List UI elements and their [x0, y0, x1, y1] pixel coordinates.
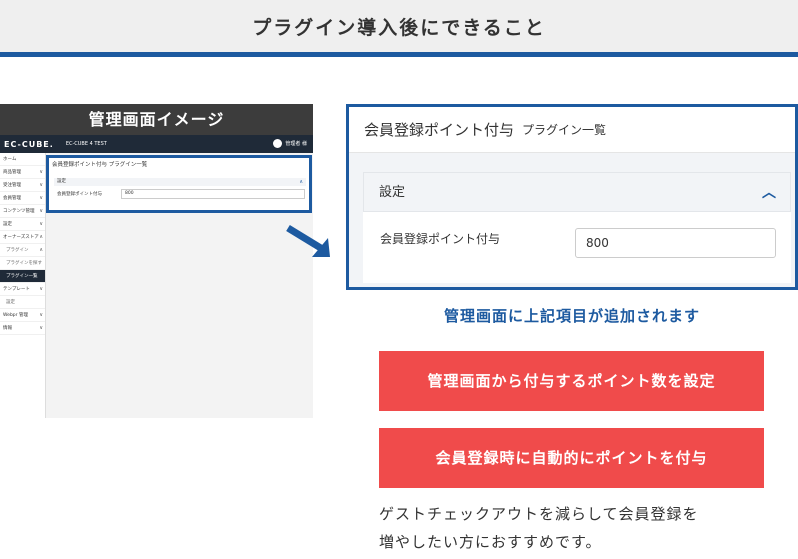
chevron-up-icon: ∧: [299, 179, 303, 185]
header-rule: [0, 52, 798, 57]
sidebar-item-products: 商品管理 ∨: [0, 166, 45, 179]
user-menu: 管理者 様: [273, 139, 307, 148]
mockup-highlight-panel: 会員登録ポイント付与 プラグイン一覧 設定 ∧ 会員登録ポイント付与 800: [46, 155, 312, 213]
sidebar-item-webpr: Webpr 管理 ∨: [0, 309, 45, 322]
sidebar-item-orders: 受注管理 ∨: [0, 179, 45, 192]
panel-subtitle: プラグイン一覧: [522, 123, 607, 137]
sidebar-item-store: オーナーズストア ∧: [0, 231, 45, 244]
section-header[interactable]: 設定 ︿: [363, 172, 791, 212]
sidebar-item-info: 情報 ∨: [0, 322, 45, 335]
section-title: 設定: [379, 185, 406, 200]
sidebar-item-home: ホーム: [0, 153, 45, 166]
point-field-label: 会員登録ポイント付与: [380, 232, 501, 246]
sidebar-item-plugin-list: プラグイン一覧: [0, 270, 45, 283]
description: ゲストチェックアウトを減らして会員登録を 増やしたい方におすすめです。: [379, 500, 789, 556]
mockup-sidebar: ホーム 商品管理 ∨ 受注管理 ∨ 会員管理 ∨ コンテンツ管理 ∨ 設定 ∨ オーナーズ…: [0, 153, 46, 418]
settings-panel: 会員登録ポイント付与 プラグイン一覧 設定 ︿ 会員登録ポイント付与 800: [346, 104, 798, 290]
sidebar-item-template-settings: 設定: [0, 296, 45, 309]
feature-badge-set-points: 管理画面から付与するポイント数を設定: [379, 351, 764, 411]
admin-mockup: 管理画面イメージ EC-CUBE. EC-CUBE 4 TEST 管理者 様 ホ…: [0, 104, 313, 418]
avatar-icon: [273, 139, 283, 148]
mockup-panel-title: 会員登録ポイント付与 プラグイン一覧: [52, 162, 148, 168]
sidebar-item-customers: 会員管理 ∨: [0, 192, 45, 205]
description-line: ゲストチェックアウトを減らして会員登録を: [379, 505, 699, 523]
settings-card: 設定 ︿ 会員登録ポイント付与 800: [363, 172, 791, 283]
mockup-topbar: EC-CUBE. EC-CUBE 4 TEST 管理者 様: [0, 135, 313, 153]
panel-header: 会員登録ポイント付与 プラグイン一覧: [349, 107, 795, 153]
point-input[interactable]: 800: [575, 228, 776, 258]
feature-badge-auto-grant: 会員登録時に自動的にポイントを付与: [379, 428, 764, 488]
added-caption: 管理画面に上記項目が追加されます: [443, 307, 700, 325]
mockup-section: 設定 ∧: [54, 178, 306, 186]
sidebar-item-settings: 設定 ∨: [0, 218, 45, 231]
sidebar-item-template: テンプレート ∨: [0, 283, 45, 296]
mockup-field-label: 会員登録ポイント付与: [57, 192, 102, 197]
mockup-main: 会員登録ポイント付与 プラグイン一覧 設定 ∧ 会員登録ポイント付与 800: [46, 153, 313, 418]
chevron-up-icon[interactable]: ︿: [762, 173, 776, 213]
panel-title: 会員登録ポイント付与: [364, 121, 515, 139]
sidebar-item-plugin-search: プラグインを探す: [0, 257, 45, 270]
mockup-field-input: 800: [121, 189, 305, 199]
user-name: 管理者 様: [285, 141, 307, 147]
page-title: プラグイン導入後にできること: [252, 16, 546, 39]
arrow-icon: [286, 225, 330, 257]
sidebar-item-content: コンテンツ管理 ∨: [0, 205, 45, 218]
description-line: 増やしたい方におすすめです。: [379, 533, 602, 551]
mockup-caption: 管理画面イメージ: [0, 104, 313, 135]
logo: EC-CUBE.: [4, 139, 54, 149]
page-header: プラグイン導入後にできること: [0, 0, 798, 52]
shop-name: EC-CUBE 4 TEST: [65, 141, 107, 147]
sidebar-item-plugin: プラグイン ∧: [0, 244, 45, 257]
